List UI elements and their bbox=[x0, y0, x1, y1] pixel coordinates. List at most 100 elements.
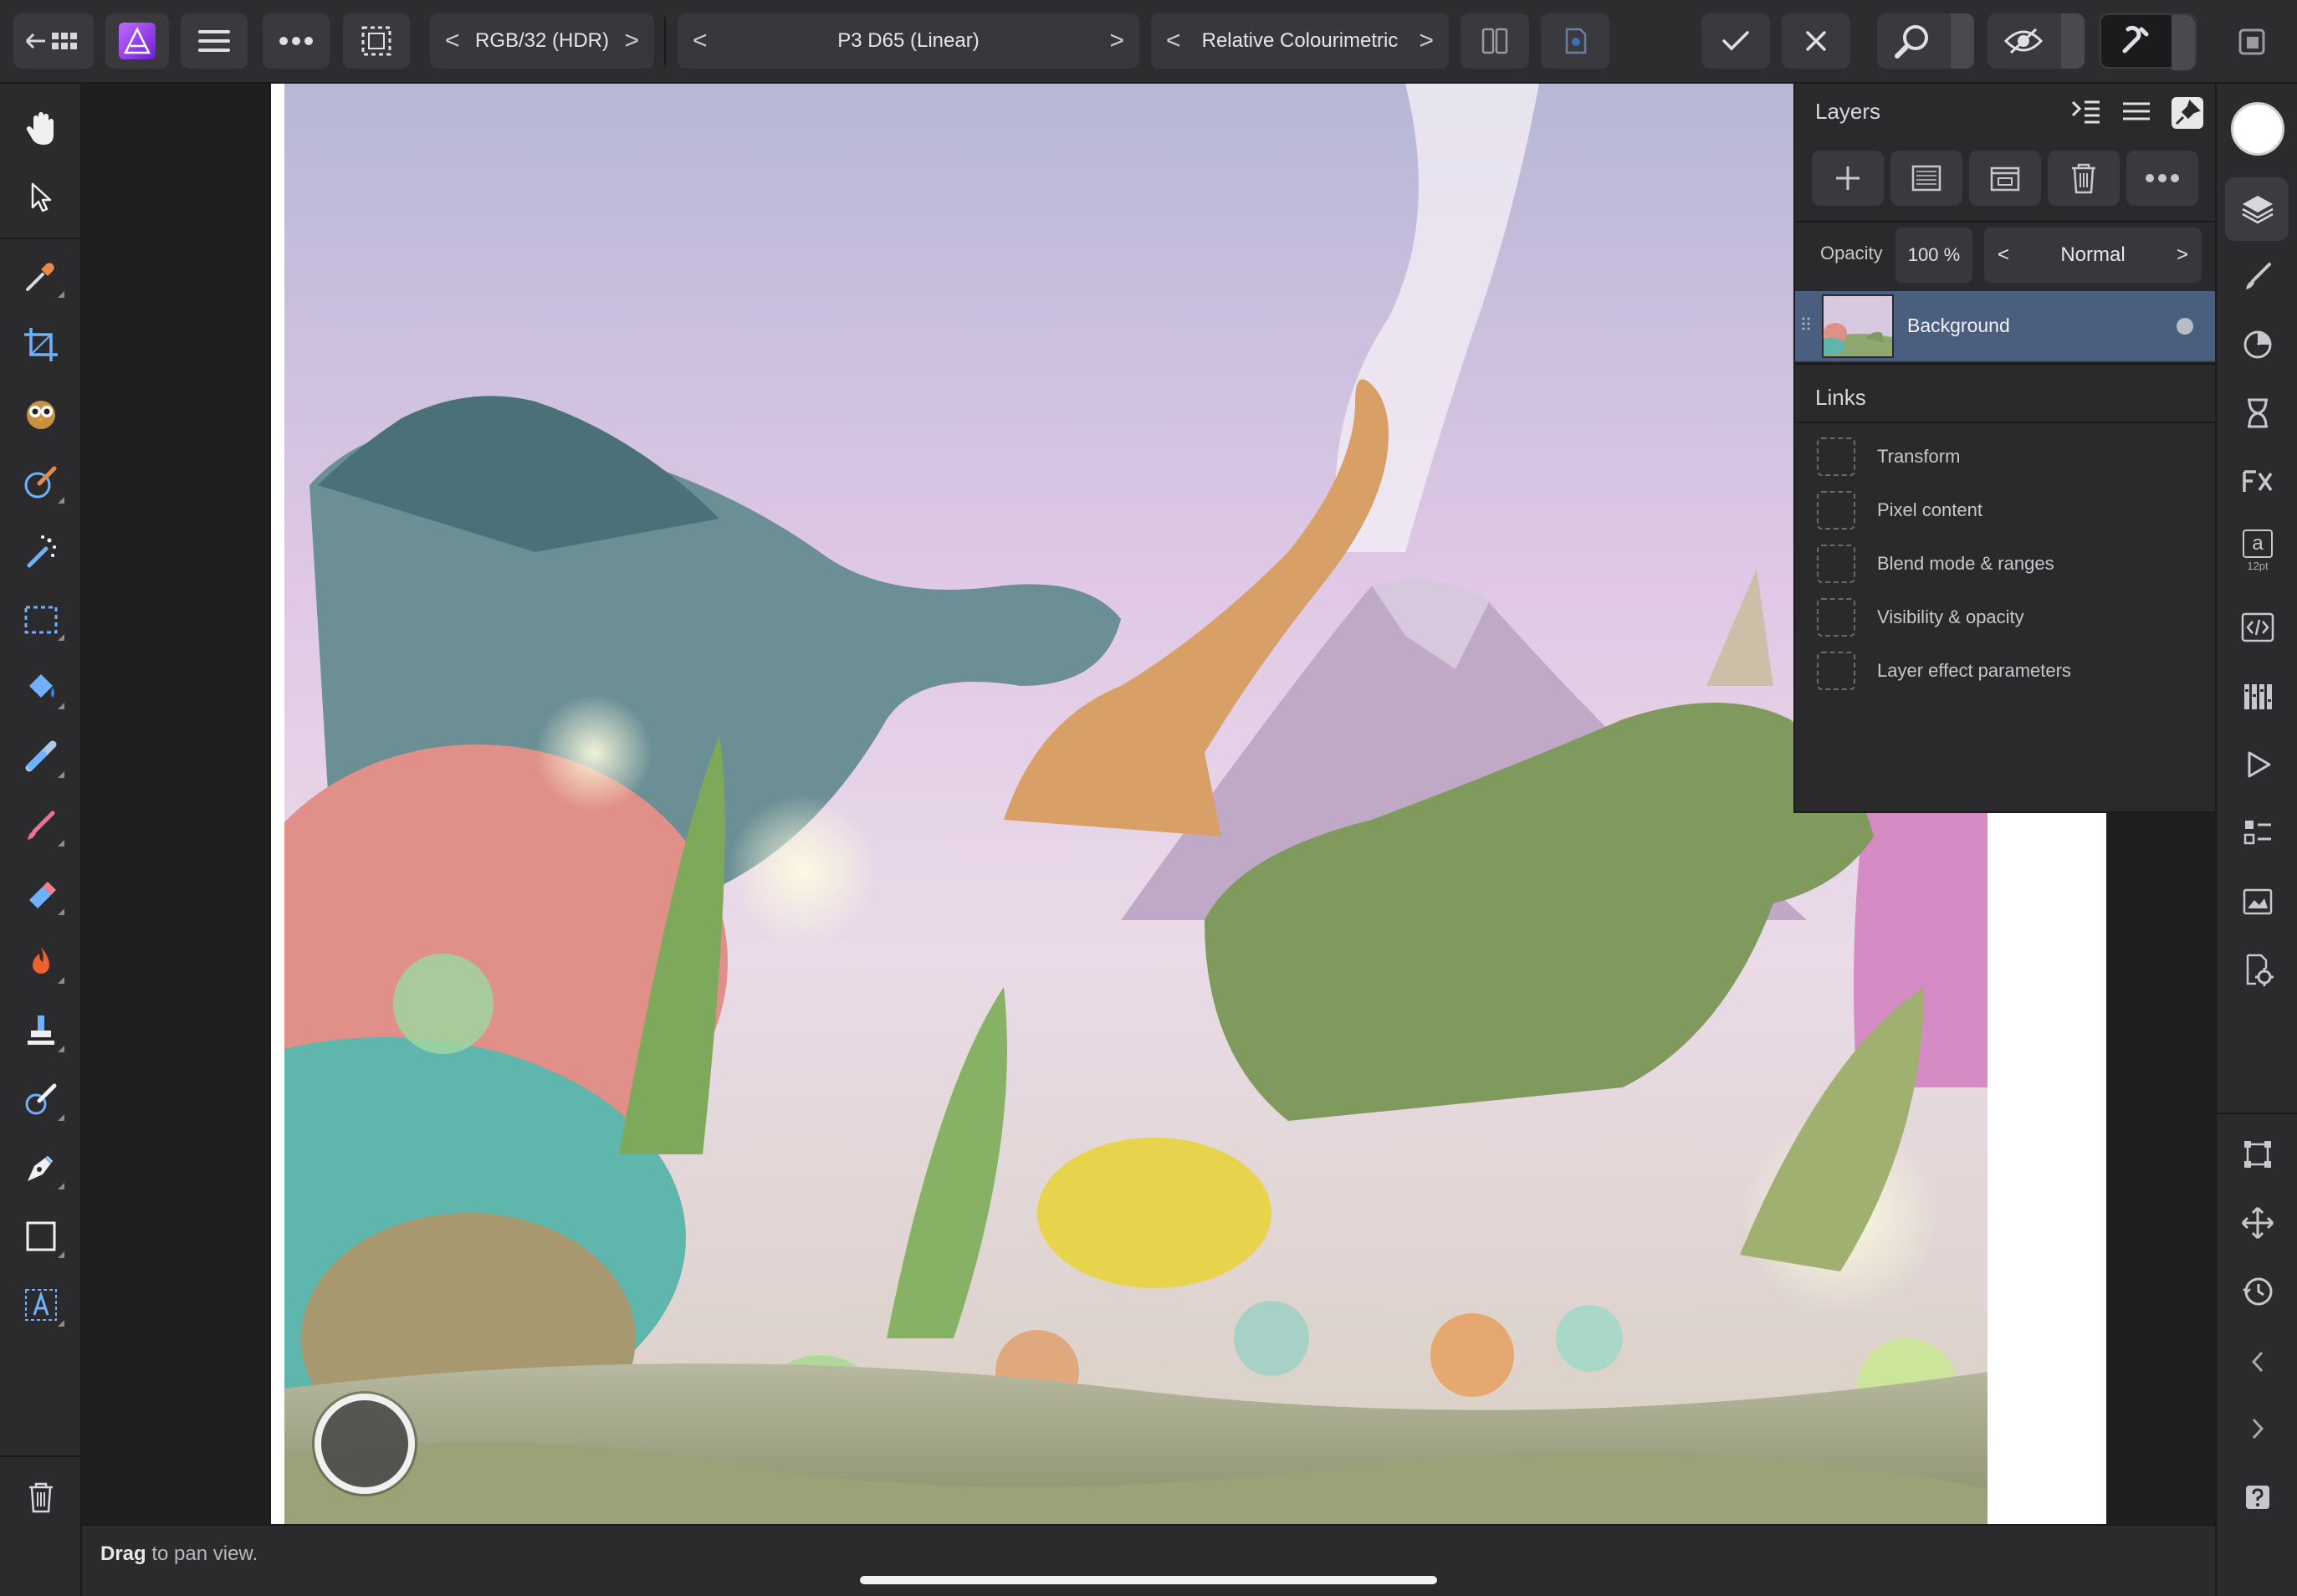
flood-select-tool[interactable] bbox=[16, 457, 66, 507]
code-brackets-icon bbox=[2241, 612, 2274, 642]
apply-button[interactable] bbox=[1701, 13, 1770, 69]
delete-button[interactable] bbox=[16, 1472, 66, 1522]
live-filters-studio-button[interactable] bbox=[2233, 388, 2283, 438]
next-blend-arrow[interactable]: > bbox=[2177, 243, 2188, 267]
photo-persona-button[interactable] bbox=[105, 13, 169, 69]
help-button[interactable] bbox=[2233, 1472, 2283, 1522]
swatches-studio-button[interactable] bbox=[2233, 671, 2283, 721]
colour-profile-selector[interactable]: < P3 D65 (Linear) > bbox=[678, 13, 1139, 69]
colour-format-selector[interactable]: < RGB/32 (HDR) > bbox=[430, 13, 654, 69]
add-mask-button[interactable] bbox=[1890, 151, 1962, 206]
context-hint-text: to pan view. bbox=[146, 1542, 258, 1565]
panel-divider-2 bbox=[1795, 363, 2217, 365]
navigator-studio-button[interactable] bbox=[2233, 1198, 2283, 1248]
link-effects-checkbox[interactable] bbox=[1817, 652, 1855, 690]
text-styles-studio-button[interactable]: a 12pt bbox=[2233, 525, 2283, 575]
panel-collapse-button[interactable] bbox=[2069, 97, 2103, 125]
layer-visibility-toggle[interactable] bbox=[2177, 318, 2193, 335]
soft-proof-button[interactable] bbox=[1541, 13, 1609, 69]
blend-mode-selector[interactable]: < Normal > bbox=[1984, 228, 2202, 283]
settings-studio-button[interactable] bbox=[2233, 945, 2283, 995]
prev-format-arrow[interactable]: < bbox=[445, 27, 460, 55]
adjustments-studio-button[interactable] bbox=[2233, 320, 2283, 370]
play-icon bbox=[2248, 751, 2271, 778]
next-intent-arrow[interactable]: > bbox=[1419, 27, 1434, 55]
rectangular-marquee-tool[interactable] bbox=[16, 594, 66, 644]
blend-mode-label: Normal bbox=[2060, 243, 2126, 266]
snapping-options-tab[interactable] bbox=[2172, 15, 2195, 70]
fill-tool[interactable] bbox=[16, 662, 66, 713]
view-quality-button[interactable] bbox=[1987, 13, 2085, 69]
retouch-tool[interactable] bbox=[16, 1074, 66, 1124]
link-transform-checkbox[interactable] bbox=[1817, 437, 1855, 476]
add-layer-button[interactable] bbox=[1812, 151, 1884, 206]
tools-divider bbox=[0, 238, 82, 239]
clone-tool[interactable] bbox=[16, 1005, 66, 1056]
layer-name[interactable]: Background bbox=[1907, 315, 2010, 337]
panel-menu-button[interactable] bbox=[2120, 97, 2153, 125]
cancel-button[interactable] bbox=[1782, 13, 1850, 69]
colour-picker-tool[interactable] bbox=[16, 251, 66, 301]
snapping-button[interactable] bbox=[2100, 13, 2197, 70]
link-pixel-content-checkbox[interactable] bbox=[1817, 491, 1855, 529]
pin-panel-button[interactable] bbox=[2172, 97, 2203, 129]
link-visibility-row[interactable]: Visibility & opacity bbox=[1817, 597, 2024, 637]
drag-handle-icon[interactable] bbox=[1802, 316, 1810, 335]
link-effects-row[interactable]: Layer effect parameters bbox=[1817, 651, 2071, 691]
undo-button[interactable] bbox=[2233, 1337, 2283, 1387]
history-list-studio-button[interactable] bbox=[2233, 808, 2283, 858]
move-tool[interactable] bbox=[16, 172, 66, 223]
link-blend-mode-row[interactable]: Blend mode & ranges bbox=[1817, 544, 2054, 584]
redo-button[interactable] bbox=[2233, 1404, 2283, 1454]
view-options-tab[interactable] bbox=[2061, 13, 2085, 69]
prev-blend-arrow[interactable]: < bbox=[1998, 243, 2009, 267]
selection-brush-tool[interactable] bbox=[16, 388, 66, 438]
transform-studio-button[interactable] bbox=[2233, 1129, 2283, 1179]
magic-wand-tool[interactable] bbox=[16, 525, 66, 575]
effects-studio-button[interactable] bbox=[2233, 457, 2283, 507]
macros-studio-button[interactable] bbox=[2233, 602, 2283, 652]
opacity-field[interactable]: 100 % bbox=[1895, 228, 1972, 283]
link-blend-mode-checkbox[interactable] bbox=[1817, 545, 1855, 583]
next-profile-arrow[interactable]: > bbox=[1109, 27, 1124, 55]
link-transform-row[interactable]: Transform bbox=[1817, 437, 1960, 477]
layer-options-button[interactable] bbox=[2126, 151, 2198, 206]
view-tool[interactable] bbox=[16, 104, 66, 154]
home-indicator[interactable] bbox=[860, 1576, 1437, 1584]
text-tool[interactable] bbox=[16, 1280, 66, 1330]
history-studio-button[interactable] bbox=[2233, 1266, 2283, 1317]
macro-play-studio-button[interactable] bbox=[2233, 739, 2283, 790]
dodge-burn-tool[interactable] bbox=[16, 937, 66, 987]
gradient-tool[interactable] bbox=[16, 731, 66, 781]
link-visibility-checkbox[interactable] bbox=[1817, 598, 1855, 637]
back-to-gallery-button[interactable] bbox=[13, 13, 94, 69]
more-options-button[interactable] bbox=[263, 13, 330, 69]
delete-layer-button[interactable] bbox=[2048, 151, 2120, 206]
colour-swatch[interactable] bbox=[2231, 102, 2284, 156]
layer-row-background[interactable]: Background bbox=[1795, 291, 2217, 361]
brushes-studio-button[interactable] bbox=[2233, 251, 2283, 301]
prev-intent-arrow[interactable]: < bbox=[1166, 27, 1181, 55]
crop-tool[interactable] bbox=[16, 320, 66, 370]
menu-button[interactable] bbox=[181, 13, 248, 69]
rectangle-tool[interactable] bbox=[16, 1211, 66, 1261]
crop-icon bbox=[24, 328, 58, 361]
add-group-button[interactable] bbox=[1969, 151, 2041, 206]
link-pixel-content-row[interactable]: Pixel content bbox=[1817, 490, 1982, 530]
touch-modifier-handle[interactable] bbox=[315, 1394, 415, 1494]
selection-mode-button[interactable] bbox=[343, 13, 410, 69]
erase-brush-tool[interactable] bbox=[16, 868, 66, 918]
rendering-intent-selector[interactable]: < Relative Colourimetric > bbox=[1151, 13, 1449, 69]
pen-tool[interactable] bbox=[16, 1143, 66, 1193]
layers-studio-button[interactable] bbox=[2233, 184, 2283, 234]
channels-studio-button[interactable] bbox=[2233, 877, 2283, 927]
paint-brush-tool[interactable] bbox=[16, 800, 66, 850]
zoom-tool-button[interactable] bbox=[1877, 13, 1974, 69]
zoom-options-tab[interactable] bbox=[1951, 13, 1974, 69]
next-format-arrow[interactable]: > bbox=[624, 27, 639, 55]
prev-profile-arrow[interactable]: < bbox=[693, 27, 708, 55]
split-view-button[interactable] bbox=[1461, 13, 1529, 69]
links-panel-title: Links bbox=[1815, 385, 1866, 410]
window-mode-button[interactable] bbox=[2235, 25, 2269, 59]
eye-icon bbox=[2003, 28, 2044, 54]
